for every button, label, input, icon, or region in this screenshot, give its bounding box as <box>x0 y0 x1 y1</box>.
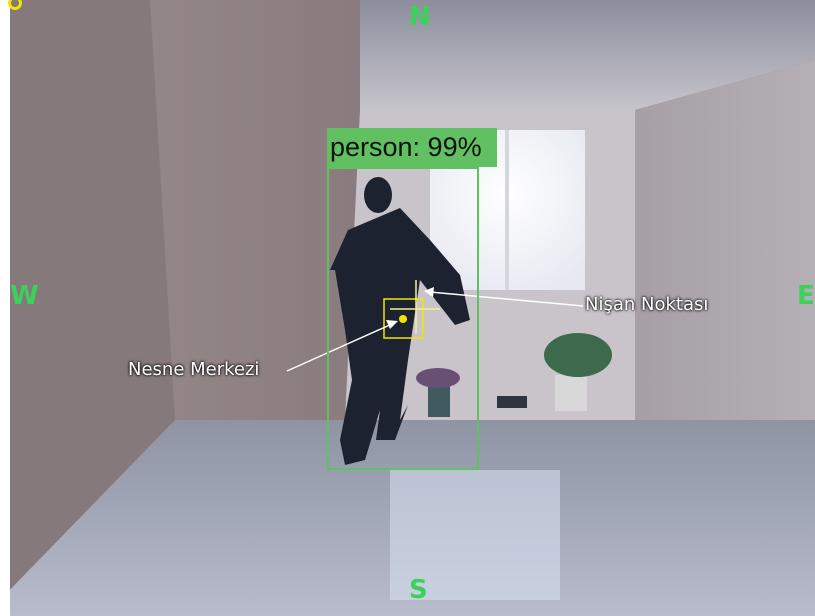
compass-north: N <box>409 2 431 32</box>
right-wall <box>635 60 815 420</box>
callout-aim-point: Nişan Noktası <box>585 294 709 315</box>
camera-view: N S W E person: 99% Nişan Noktası Nesne … <box>0 0 815 616</box>
detection-box <box>327 167 479 470</box>
detection-label: person: 99% <box>327 128 497 167</box>
callout-object-center: Nesne Merkezi <box>128 359 260 380</box>
compass-south: S <box>409 575 428 605</box>
window-frame <box>505 130 509 290</box>
shoes <box>497 396 527 408</box>
compass-east: E <box>797 281 815 311</box>
compass-west: W <box>10 281 39 311</box>
left-margin <box>0 0 10 616</box>
